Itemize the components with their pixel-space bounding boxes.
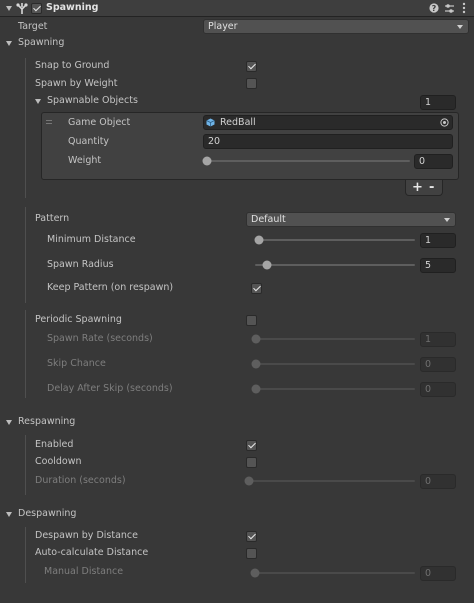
snap-to-ground-label: Snap to Ground [35,60,110,71]
keep-pattern-checkbox[interactable] [251,283,262,294]
svg-text:?: ? [432,4,437,13]
respawning-section-title: Respawning [18,416,76,427]
cooldown-label: Cooldown [35,456,82,467]
duration-field[interactable]: 0 [420,474,456,489]
weight-field[interactable]: 0 [414,154,453,169]
collapse-triangle-icon[interactable] [6,6,12,11]
weight-slider-track[interactable] [206,160,410,162]
despawning-foldout-icon[interactable] [6,512,12,517]
add-element-button[interactable]: + [412,181,423,194]
manual-distance-field[interactable]: 0 [420,566,456,581]
spawning-section-title: Spawning [18,37,65,48]
respawning-foldout-icon[interactable] [6,420,12,425]
help-icon[interactable]: ? [429,3,439,13]
delay-after-skip-field[interactable]: 0 [420,382,456,397]
duration-slider-handle[interactable] [244,476,254,486]
weight-slider-handle[interactable] [202,156,212,166]
skip-chance-slider-track[interactable] [255,363,415,365]
minimum-distance-label: Minimum Distance [47,234,136,245]
quantity-label: Quantity [68,136,110,147]
component-title: Spawning [46,2,99,13]
minimum-distance-slider-track[interactable] [255,239,415,241]
pattern-dropdown[interactable]: Default [246,212,456,227]
tree-icon [16,3,28,14]
duration-slider-track[interactable] [248,480,415,482]
chevron-down-icon [457,25,463,29]
periodic-spawning-checkbox[interactable] [246,315,257,326]
auto-calculate-distance-label: Auto-calculate Distance [35,547,149,558]
spawnable-objects-count[interactable]: 1 [420,95,456,110]
manual-distance-label: Manual Distance [44,566,124,577]
spawn-radius-slider-handle[interactable] [262,260,272,270]
drag-handle-icon[interactable] [46,123,52,124]
chevron-down-icon [444,218,450,222]
game-object-label: Game Object [68,117,131,128]
spawn-by-weight-label: Spawn by Weight [35,78,118,89]
spawnable-objects-label: Spawnable Objects [47,95,138,106]
presets-icon[interactable] [444,3,455,14]
target-value: Player [208,21,238,32]
game-object-value: RedBall [220,117,256,128]
group-divider [25,310,26,398]
group-divider [25,207,26,303]
target-dropdown[interactable]: Player [203,19,469,34]
list-footer [405,180,443,196]
delay-after-skip-label: Delay After Skip (seconds) [47,383,173,394]
cube-icon [206,118,215,127]
minimum-distance-field[interactable]: 1 [420,233,456,248]
group-divider [25,527,26,583]
spawn-radius-label: Spawn Radius [47,259,114,270]
spawning-foldout-icon[interactable] [6,41,12,46]
despawn-by-distance-label: Despawn by Distance [35,530,138,541]
object-picker-icon[interactable] [440,118,449,127]
weight-label: Weight [68,155,102,166]
skip-chance-slider-handle[interactable] [251,359,261,369]
group-divider [25,58,26,198]
more-icon[interactable] [461,2,467,14]
minimum-distance-slider-handle[interactable] [254,235,264,245]
spawnable-objects-foldout-icon[interactable] [35,99,41,104]
skip-chance-label: Skip Chance [47,358,106,369]
game-object-field[interactable]: RedBall [203,115,453,130]
duration-label: Duration (seconds) [35,475,126,486]
spawn-rate-field[interactable]: 1 [420,332,456,347]
group-divider [25,435,26,495]
drag-handle-icon[interactable] [46,120,52,121]
spawn-rate-label: Spawn Rate (seconds) [47,333,153,344]
spawn-rate-slider-handle[interactable] [251,334,261,344]
spawn-by-weight-checkbox[interactable] [246,78,257,89]
pattern-value: Default [251,214,286,225]
delay-after-skip-slider-track[interactable] [255,388,415,390]
target-label: Target [18,21,48,32]
periodic-spawning-label: Periodic Spawning [35,314,122,325]
auto-calculate-distance-checkbox[interactable] [246,548,257,559]
component-enabled-checkbox[interactable] [31,3,42,14]
cooldown-checkbox[interactable] [246,457,257,468]
spawn-rate-slider-track[interactable] [255,338,415,340]
snap-to-ground-checkbox[interactable] [246,61,257,72]
skip-chance-field[interactable]: 0 [420,357,456,372]
respawn-enabled-checkbox[interactable] [246,440,257,451]
quantity-field[interactable]: 20 [203,134,453,149]
delay-after-skip-slider-handle[interactable] [251,384,261,394]
despawn-by-distance-checkbox[interactable] [246,531,257,542]
respawn-enabled-label: Enabled [35,439,74,450]
despawning-section-title: Despawning [18,508,77,519]
pattern-label: Pattern [35,213,70,224]
spawn-radius-slider-track[interactable] [255,264,415,266]
manual-distance-slider-handle[interactable] [250,568,260,578]
remove-element-button[interactable]: - [429,181,434,194]
component-header: Spawning ? [0,0,474,17]
keep-pattern-label: Keep Pattern (on respawn) [47,282,174,293]
manual-distance-slider-track[interactable] [254,572,415,574]
spawn-radius-field[interactable]: 5 [420,258,456,273]
